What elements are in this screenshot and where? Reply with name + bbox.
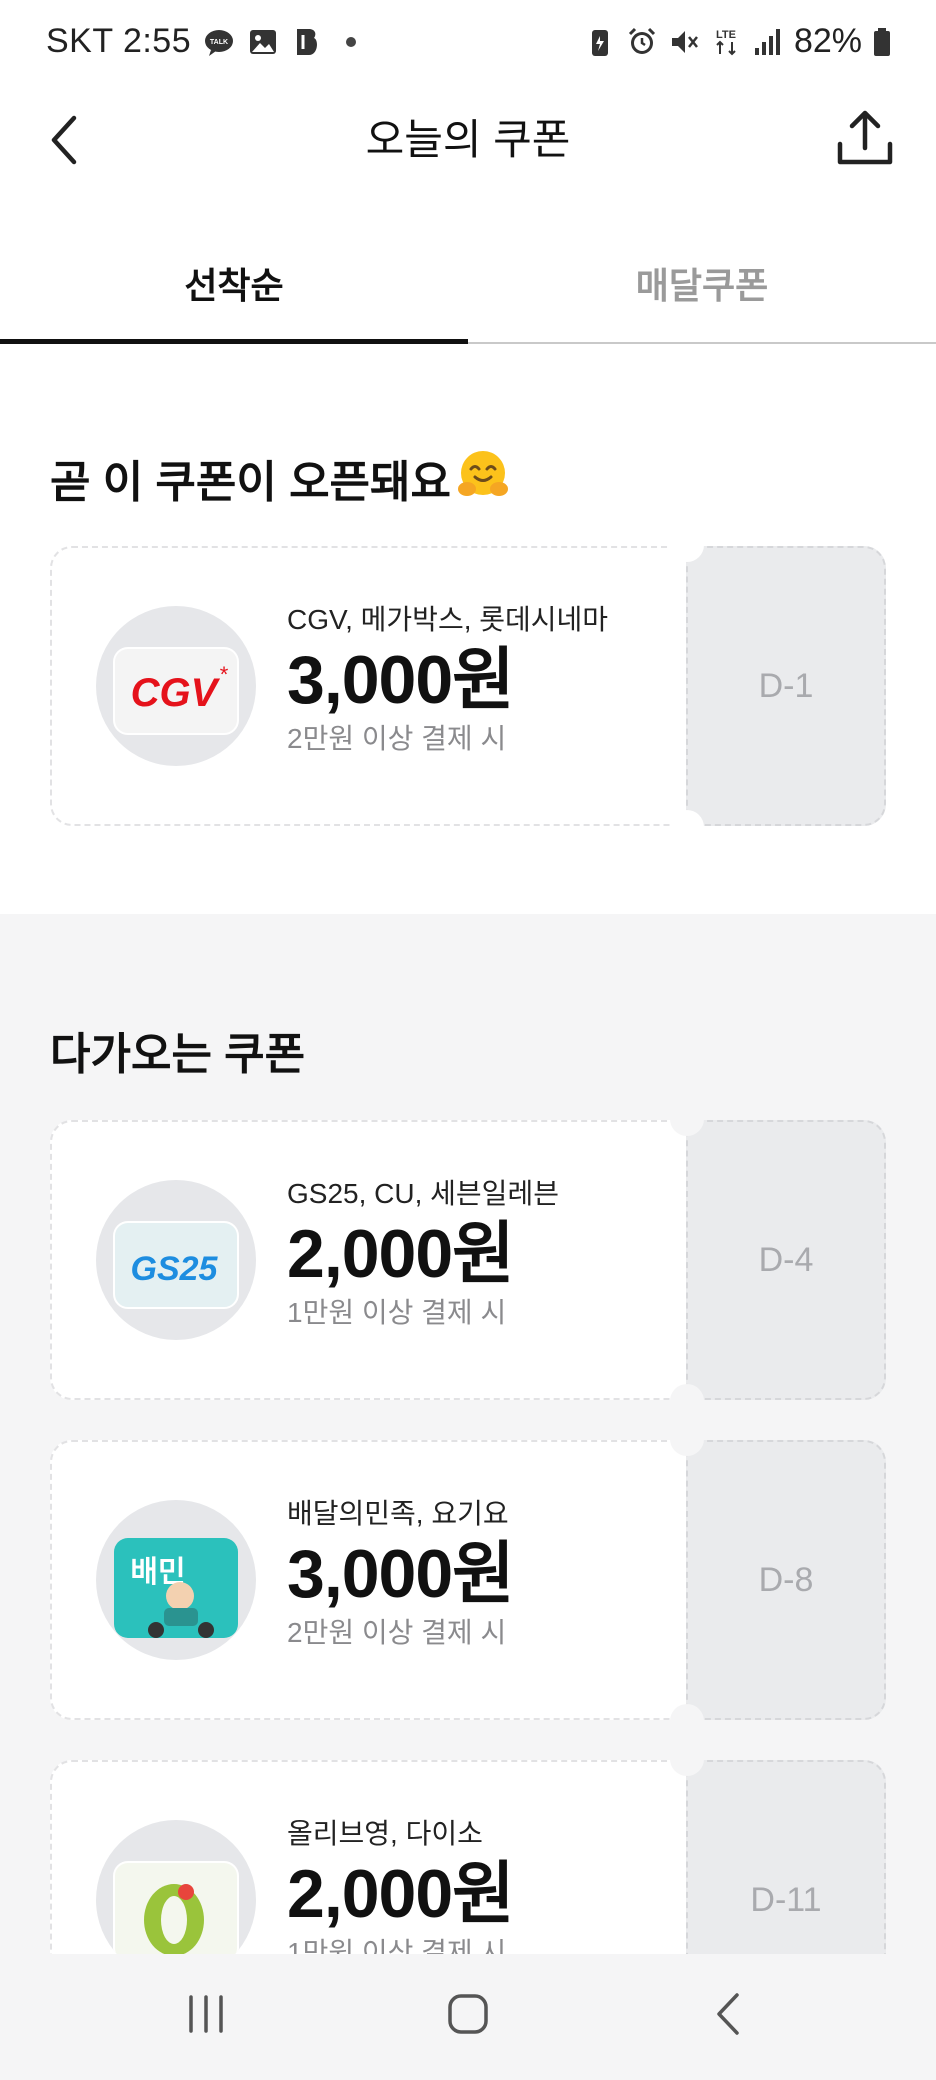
coupon-amount: 2,000원 (287, 1216, 515, 1292)
page-title: 오늘의 쿠폰 (365, 116, 571, 163)
svg-text:LTE: LTE (716, 29, 736, 41)
battery-saver-icon (591, 29, 608, 56)
coupon-notch-top (670, 1422, 704, 1456)
cgv-logo: CGV * (96, 606, 256, 766)
svg-text:*: * (220, 662, 229, 687)
status-time: SKT 2:55 (46, 22, 192, 60)
dot-icon (346, 36, 357, 47)
coupon-amount: 2,000원 (287, 1856, 515, 1932)
coupon-condition: 1만원 이상 결제 시 (287, 1297, 507, 1328)
b-app-icon (297, 28, 318, 55)
coupon-condition: 2만원 이상 결제 시 (287, 1617, 507, 1648)
alarm-icon (628, 27, 655, 54)
recent-apps-icon[interactable] (171, 1984, 241, 2044)
coupon-card[interactable]: D-8 배민 배달의민족, 요기요 3,000원 2만원 이상 결제 시 (50, 1422, 886, 1738)
coupon-notch-top (670, 1102, 704, 1136)
app-header: 오늘의 쿠폰 (0, 88, 936, 218)
coupon-brands: CGV, 메가박스, 롯데시네마 (287, 604, 609, 635)
svg-text:TALK: TALK (210, 39, 228, 46)
coupon-brands: 올리브영, 다이소 (287, 1818, 483, 1849)
coupon-notch-bottom (670, 1384, 704, 1418)
svg-text:CGV: CGV (131, 671, 221, 715)
system-nav-bar (0, 1954, 936, 2080)
opening-soon-section: 곧 이 쿠폰이 오픈돼요 D-1 CGV * CGV, 메가박스, 롯데시네마 … (0, 344, 936, 914)
section-title-text: 곧 이 쿠폰이 오픈돼요 (50, 458, 451, 507)
coupon-card[interactable]: D-4 GS25 GS25, CU, 세븐일레븐 2,000원 1만원 이상 결… (50, 1102, 886, 1418)
section-title-upcoming: 다가오는 쿠폰 (50, 1030, 306, 1079)
coupon-brands: 배달의민족, 요기요 (287, 1498, 509, 1529)
back-icon[interactable] (695, 1984, 765, 2044)
coupon-stub: D-4 (686, 1120, 886, 1400)
upcoming-section: 다가오는 쿠폰 D-4 GS25 GS25, CU, 세븐일레븐 2,000원 … (0, 914, 936, 2040)
baemin-logo: 배민 (96, 1500, 256, 1660)
coupon-text: GS25, CU, 세븐일레븐 2,000원 1만원 이상 결제 시 (287, 1176, 559, 1330)
section-title-opening: 곧 이 쿠폰이 오픈돼요 (50, 446, 509, 510)
coupon-stub: D-1 (686, 546, 886, 826)
status-bar-left: SKT 2:55 TALK (46, 22, 367, 61)
coupon-condition: 2만원 이상 결제 시 (287, 723, 507, 754)
talk-icon: TALK (205, 29, 234, 56)
coupon-dday: D-1 (758, 666, 814, 705)
coupon-amount: 3,000원 (287, 642, 515, 718)
home-icon[interactable] (433, 1984, 503, 2044)
coupon-notch-top (670, 1742, 704, 1776)
battery-icon (874, 27, 890, 56)
gs25-logo: GS25 (96, 1180, 256, 1340)
tab-monthly-coupon[interactable]: 매달쿠폰 (468, 248, 936, 342)
coupon-amount: 3,000원 (287, 1536, 515, 1612)
coupon-stub: D-8 (686, 1440, 886, 1720)
signal-icon (754, 28, 780, 55)
coupon-card[interactable]: D-1 CGV * CGV, 메가박스, 롯데시네마 3,000원 2만원 이상… (50, 528, 886, 844)
coupon-notch-top (670, 528, 704, 562)
coupon-dday: D-8 (758, 1560, 814, 1599)
coupon-text: 올리브영, 다이소 2,000원 1만원 이상 결제 시 (287, 1816, 515, 1970)
status-bar-right: LTE 82% (584, 22, 892, 61)
tab-first-come[interactable]: 선착순 (0, 248, 468, 344)
coupon-notch-bottom (670, 810, 704, 844)
coupon-notch-bottom (670, 1704, 704, 1738)
coupon-text: 배달의민족, 요기요 3,000원 2만원 이상 결제 시 (287, 1496, 515, 1650)
coupon-text: CGV, 메가박스, 롯데시네마 3,000원 2만원 이상 결제 시 (287, 602, 608, 756)
lte-icon: LTE (716, 29, 736, 55)
coupon-dday: D-11 (750, 1880, 822, 1919)
gallery-icon (250, 29, 277, 54)
battery-percent: 82% (793, 22, 862, 60)
share-icon[interactable] (830, 104, 900, 174)
mute-icon (671, 30, 698, 53)
hugging-emoji-icon (457, 447, 509, 510)
coupon-dday: D-4 (758, 1240, 814, 1279)
status-bar: SKT 2:55 TALK LTE 82% (0, 0, 936, 88)
coupon-brands: GS25, CU, 세븐일레븐 (287, 1178, 559, 1209)
svg-text:GS25: GS25 (131, 1250, 219, 1288)
coupon-tabs: 선착순 매달쿠폰 (0, 248, 936, 344)
